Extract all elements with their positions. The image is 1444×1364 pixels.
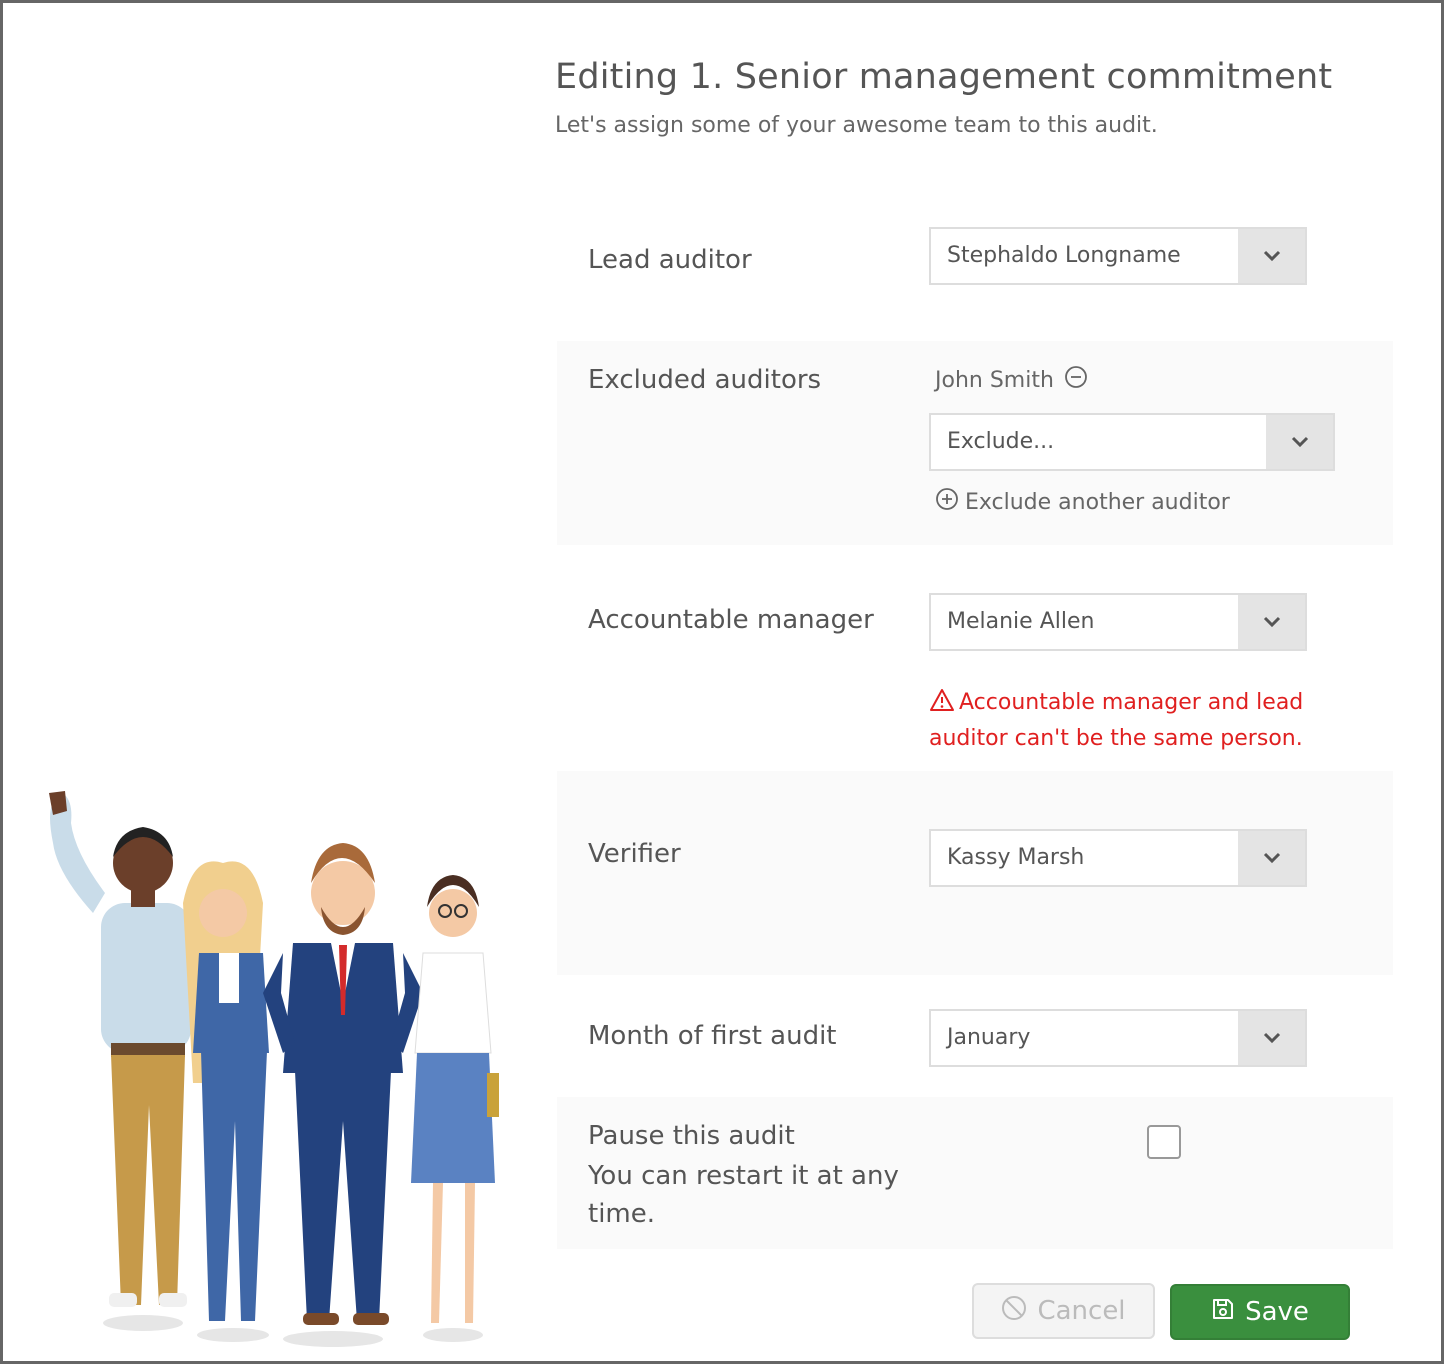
excluded-auditors-label: Excluded auditors <box>588 365 822 395</box>
pause-audit-label: Pause this audit <box>588 1121 795 1151</box>
chevron-down-icon[interactable] <box>1238 595 1305 649</box>
person-woman-arms-crossed <box>183 861 269 1342</box>
page-title: Editing 1. Senior management commitment <box>555 57 1333 97</box>
exclude-another-auditor-label: Exclude another auditor <box>965 489 1230 515</box>
ban-icon <box>1001 1295 1027 1328</box>
first-audit-month-value: January <box>947 1025 1031 1050</box>
person-woman-glasses <box>411 875 499 1342</box>
excluded-auditor-tag: John Smith <box>935 365 1088 395</box>
person-waving <box>49 791 203 1331</box>
first-audit-month-select[interactable]: January <box>929 1009 1307 1067</box>
plus-circle-icon <box>935 487 959 517</box>
team-illustration <box>49 791 499 1347</box>
exclude-auditor-value: Exclude... <box>947 429 1055 454</box>
cancel-button[interactable]: Cancel <box>972 1283 1155 1339</box>
person-man-in-suit <box>263 843 423 1347</box>
first-audit-month-label: Month of first audit <box>588 1021 837 1051</box>
chevron-down-icon[interactable] <box>1266 415 1333 469</box>
save-label: Save <box>1245 1297 1309 1327</box>
validation-error-text: Accountable manager and lead auditor can… <box>929 690 1304 751</box>
lead-auditor-label: Lead auditor <box>588 245 752 275</box>
accountable-manager-label: Accountable manager <box>588 605 874 635</box>
pause-audit-help: You can restart it at any time. <box>588 1161 899 1229</box>
chevron-down-icon[interactable] <box>1238 229 1305 283</box>
chevron-down-icon[interactable] <box>1238 831 1305 885</box>
validation-error: Accountable manager and lead auditor can… <box>929 685 1329 757</box>
chevron-down-icon[interactable] <box>1238 1011 1305 1065</box>
lead-auditor-select[interactable]: Stephaldo Longname <box>929 227 1307 285</box>
excluded-auditor-name: John Smith <box>935 367 1054 393</box>
floppy-disk-icon <box>1211 1297 1235 1328</box>
edit-audit-dialog: Editing 1. Senior management commitment … <box>0 0 1444 1364</box>
page-subtitle: Let's assign some of your awesome team t… <box>555 113 1158 138</box>
exclude-auditor-select[interactable]: Exclude... <box>929 413 1335 471</box>
minus-circle-icon[interactable] <box>1064 365 1088 395</box>
lead-auditor-value: Stephaldo Longname <box>947 243 1181 268</box>
verifier-label: Verifier <box>588 839 681 869</box>
exclude-another-auditor-link[interactable]: Exclude another auditor <box>935 487 1230 517</box>
accountable-manager-select[interactable]: Melanie Allen <box>929 593 1307 651</box>
accountable-manager-value: Melanie Allen <box>947 609 1095 634</box>
pause-audit-row: Pause this audit You can restart it at a… <box>557 1097 1393 1249</box>
warning-triangle-icon <box>929 689 959 715</box>
pause-audit-checkbox[interactable] <box>1147 1125 1181 1159</box>
save-button[interactable]: Save <box>1170 1284 1350 1340</box>
cancel-label: Cancel <box>1037 1296 1126 1326</box>
verifier-value: Kassy Marsh <box>947 845 1085 870</box>
verifier-select[interactable]: Kassy Marsh <box>929 829 1307 887</box>
